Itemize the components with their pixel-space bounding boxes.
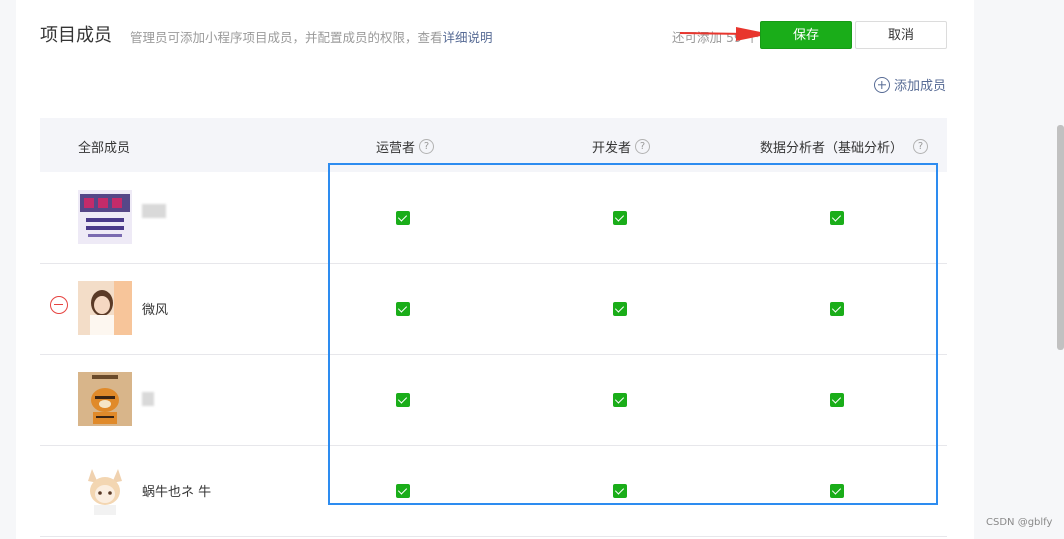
table-row [40, 354, 947, 446]
details-link[interactable]: 详细说明 [443, 30, 493, 45]
avatar [78, 372, 132, 426]
col-all-members-label: 全部成员 [78, 141, 131, 156]
avatar [78, 190, 132, 244]
col-operator: 运营者 ? [376, 137, 435, 156]
member-name: 蜗牛也ネ 牛 [142, 485, 212, 500]
col-analyst-label: 数据分析者（基础分析） [760, 141, 904, 156]
operator-checkbox[interactable] [396, 211, 410, 225]
add-member-button[interactable]: 添加成员 [874, 75, 946, 94]
col-analyst: 数据分析者（基础分析） ? [760, 137, 929, 156]
developer-checkbox[interactable] [613, 484, 627, 498]
operator-checkbox[interactable] [396, 484, 410, 498]
blurred-name [142, 204, 166, 218]
page-description: 管理员可添加小程序项目成员，并配置成员的权限，查看详细说明 [130, 27, 493, 46]
analyst-checkbox[interactable] [830, 211, 844, 225]
col-developer-label: 开发者 [592, 141, 632, 156]
scrollbar[interactable] [1057, 125, 1064, 350]
avatar [78, 281, 132, 335]
save-button[interactable]: 保存 [760, 21, 852, 49]
remove-member-icon[interactable] [50, 296, 68, 314]
developer-checkbox[interactable] [613, 211, 627, 225]
help-icon[interactable]: ? [635, 139, 651, 154]
col-developer: 开发者 ? [592, 137, 651, 156]
col-all-members: 全部成员 [78, 137, 130, 156]
operator-checkbox[interactable] [396, 393, 410, 407]
analyst-checkbox[interactable] [830, 393, 844, 407]
plus-circle-icon [874, 76, 890, 93]
description-text: 管理员可添加小程序项目成员，并配置成员的权限，查看 [130, 30, 443, 45]
table-header: 全部成员 运营者 ? 开发者 ? 数据分析者（基础分析） ? [40, 118, 947, 172]
table-row: 微风 [40, 263, 947, 355]
watermark: CSDN @gblfy [986, 517, 1053, 528]
table-row [40, 172, 947, 264]
developer-checkbox[interactable] [613, 302, 627, 316]
avatar [78, 463, 132, 517]
operator-checkbox[interactable] [396, 302, 410, 316]
developer-checkbox[interactable] [613, 393, 627, 407]
page-title: 项目成员 [40, 25, 112, 46]
table-row: 蜗牛也ネ 牛 [40, 445, 947, 537]
analyst-checkbox[interactable] [830, 302, 844, 316]
analyst-checkbox[interactable] [830, 484, 844, 498]
blurred-name [142, 392, 154, 406]
help-icon[interactable]: ? [419, 139, 435, 154]
cancel-button[interactable]: 取消 [855, 21, 947, 49]
help-icon[interactable]: ? [913, 139, 929, 154]
col-operator-label: 运营者 [376, 141, 416, 156]
add-member-label: 添加成员 [894, 79, 947, 94]
member-name: 微风 [142, 303, 169, 318]
